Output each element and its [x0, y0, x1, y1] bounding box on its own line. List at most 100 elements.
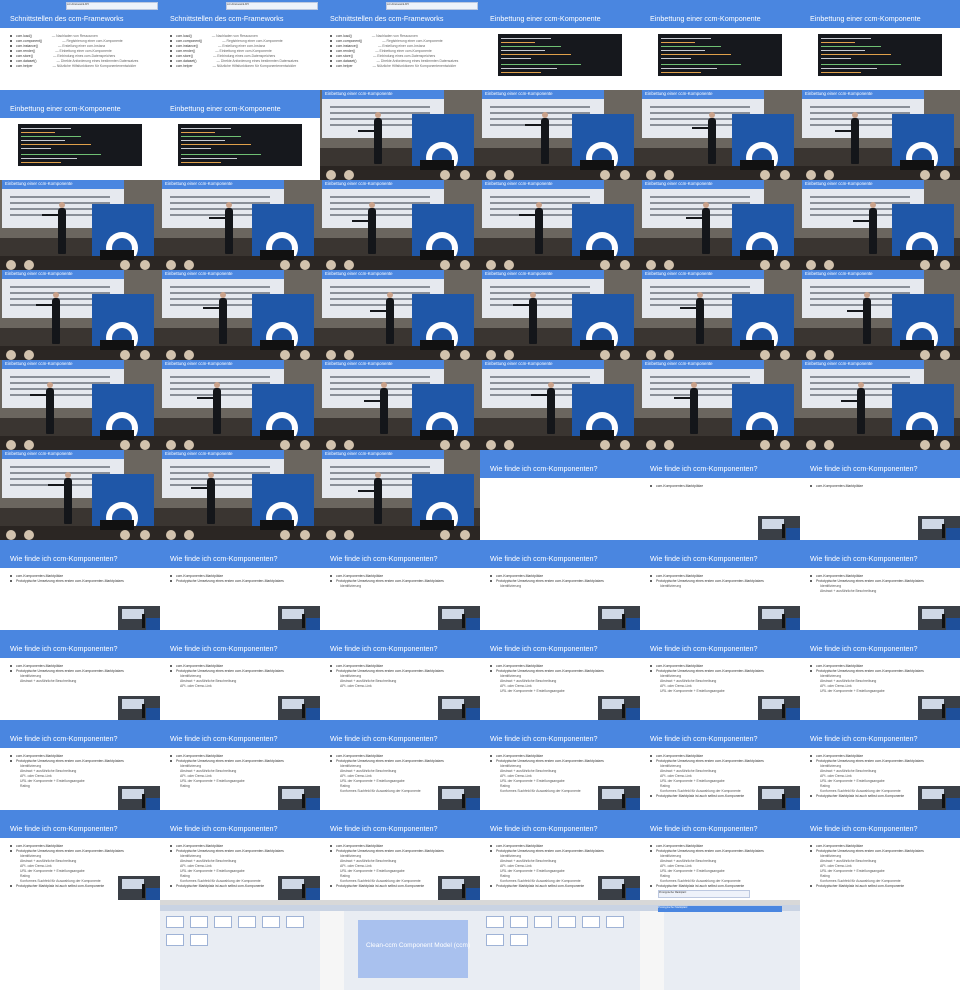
- projected-line: [490, 376, 590, 378]
- overlay-screen: [282, 879, 304, 889]
- bullet-text: ccm-Komponenten-Marktplätze: [16, 664, 64, 668]
- audience-head: [280, 350, 290, 360]
- bullet-text: Prototypische Umsetzung eines ersten ccm…: [176, 669, 284, 673]
- thumbnail: Wie finde ich ccm-Komponenten? ccm-Kompon…: [800, 630, 960, 720]
- thumbnail: Wie finde ich ccm-Komponenten?: [480, 450, 640, 540]
- bullet-text: ccm-Komponenten-Marktplätze: [656, 574, 704, 578]
- speaker-figure: [696, 292, 704, 344]
- thumbnail: Wie finde ich ccm-Komponenten? ccm-Kompon…: [320, 720, 480, 810]
- projected-line: [490, 196, 590, 198]
- slide-title: Wie finde ich ccm-Komponenten?: [10, 734, 118, 743]
- bullet-text: ccm-Komponenten-Marktplätze: [656, 484, 704, 488]
- bullet-line: Prototypische Umsetzung eines ersten ccm…: [10, 579, 156, 584]
- audience-row: [320, 350, 480, 360]
- code-line: [501, 38, 551, 39]
- audience-head: [824, 440, 834, 450]
- audience-head: [504, 440, 514, 450]
- bullet-text: Abstract + ausführliche Beschreibung: [20, 859, 77, 863]
- thumbnail: Einbettung einer ccm-Komponente: [160, 90, 320, 180]
- thumbnail: Wie finde ich ccm-Komponenten? ccm-Kompon…: [0, 540, 160, 630]
- bullet-dot: [170, 885, 172, 888]
- bullet-dot: [10, 35, 12, 38]
- audience-head: [326, 530, 336, 540]
- code-line: [821, 58, 851, 59]
- overlay-banner: [466, 798, 480, 810]
- code-line: [21, 132, 55, 133]
- slide-title: Wie finde ich ccm-Komponenten?: [10, 644, 118, 653]
- bullet-line: ccm.helper — Nützliche Hilfsfunktionen fü…: [10, 64, 156, 69]
- speaker-figure: [702, 202, 710, 254]
- overlay-banner: [626, 798, 640, 810]
- thumbnail: Einbettung einer ccm-Komponente: [0, 270, 160, 360]
- audience-head: [24, 350, 34, 360]
- projected-line: [330, 106, 430, 108]
- bullet-dot: [650, 575, 652, 578]
- bullet-text: ccm-Komponenten-Marktplätze: [816, 574, 864, 578]
- speaker-figure: [386, 292, 394, 344]
- projected-title: Einbettung einer ccm-Komponente: [325, 451, 393, 456]
- speaker-figure: [207, 472, 215, 524]
- audience-head: [280, 440, 290, 450]
- bullet-text: Identifizierung: [500, 674, 522, 678]
- projected-title: Einbettung einer ccm-Komponente: [645, 361, 713, 366]
- thumbnail: Einbettung einer ccm-Komponente: [160, 180, 320, 270]
- bullet-text: Identifizierung: [660, 854, 682, 858]
- api-name: ccm.render(): [336, 49, 356, 53]
- bullet-text: ccm-Komponenten-Marktplätze: [16, 754, 64, 758]
- bullet-text: URL der Komponente + Erstellungsangabe: [660, 689, 725, 693]
- code-line: [21, 148, 51, 149]
- slide-body: ccm-Komponenten-Marktplätze Prototypische…: [10, 664, 156, 684]
- api-desc: — Nachladen von Ressourcen: [211, 34, 258, 38]
- projected-title: Einbettung einer ccm-Komponente: [5, 451, 73, 456]
- thumbnail: Wie finde ich ccm-Komponenten? ccm-Kompon…: [640, 540, 800, 630]
- speaker-arm: [519, 214, 539, 216]
- audience-row: [320, 170, 480, 180]
- bullet-text: Rating: [180, 784, 190, 788]
- audience-head: [504, 170, 514, 180]
- component-card: [262, 916, 280, 928]
- bullet-text: URL der Komponente + Erstellungsangabe: [820, 689, 885, 693]
- speaker-arm: [197, 397, 217, 399]
- overlay-banner: [626, 888, 640, 900]
- bullet-text: Abstract + ausführliche Beschreibung: [340, 859, 397, 863]
- thumbnail: Wie finde ich ccm-Komponenten? ccm-Kompon…: [800, 810, 960, 900]
- projected-title: Einbettung einer ccm-Komponente: [485, 91, 553, 96]
- audience-head: [940, 440, 950, 450]
- bullet-text: ccm-Komponenten-Marktplätze: [656, 664, 704, 668]
- bullet-dot: [650, 885, 652, 888]
- component-card: [582, 916, 600, 928]
- overlay-screen: [602, 609, 624, 619]
- bullet-text: Identifizierung: [820, 584, 842, 588]
- audience-head: [760, 260, 770, 270]
- projected-title: Einbettung einer ccm-Komponente: [325, 271, 393, 276]
- bullet-dot: [810, 845, 812, 848]
- bullet-text: Rating: [820, 784, 830, 788]
- api-name: ccm.component(): [176, 39, 203, 43]
- bullet-dot: [170, 670, 172, 673]
- bullet-text: URL der Komponente + Erstellungsangabe: [180, 779, 245, 783]
- bullet-dot: [330, 45, 332, 48]
- api-name: ccm.component(): [16, 39, 43, 43]
- projected-line: [10, 286, 110, 288]
- slide-title: Wie finde ich ccm-Komponenten?: [330, 644, 438, 653]
- code-line: [661, 54, 731, 55]
- projected-title: Einbettung einer ccm-Komponente: [165, 181, 233, 186]
- speaker-figure: [851, 112, 859, 164]
- overlay-banner: [306, 708, 320, 720]
- bullet-dot: [10, 850, 12, 853]
- slide-body: ccm.load() — Nachladen von Ressourcen ccm.…: [330, 34, 476, 69]
- speaker-arm: [531, 394, 551, 396]
- projected-line: [170, 286, 270, 288]
- bullet-text: API- oder Demo-Link: [500, 864, 532, 868]
- bullet-dot: [170, 50, 172, 53]
- api-name: ccm.store(): [336, 54, 353, 58]
- marketplace-note: Prototypischer Marktplatz:: [658, 890, 750, 898]
- bullet-text: API- oder Demo-Link: [820, 774, 852, 778]
- audience-row: [320, 530, 480, 540]
- api-desc: — Nützliche Hilfsfunktionen für Komponen…: [212, 64, 297, 68]
- bullet-dot: [650, 760, 652, 763]
- bullet-dot: [10, 50, 12, 53]
- bullet-text: Identifizierung: [180, 764, 202, 768]
- bullet-text: Identifizierung: [180, 854, 202, 858]
- overlay-speaker: [942, 704, 945, 718]
